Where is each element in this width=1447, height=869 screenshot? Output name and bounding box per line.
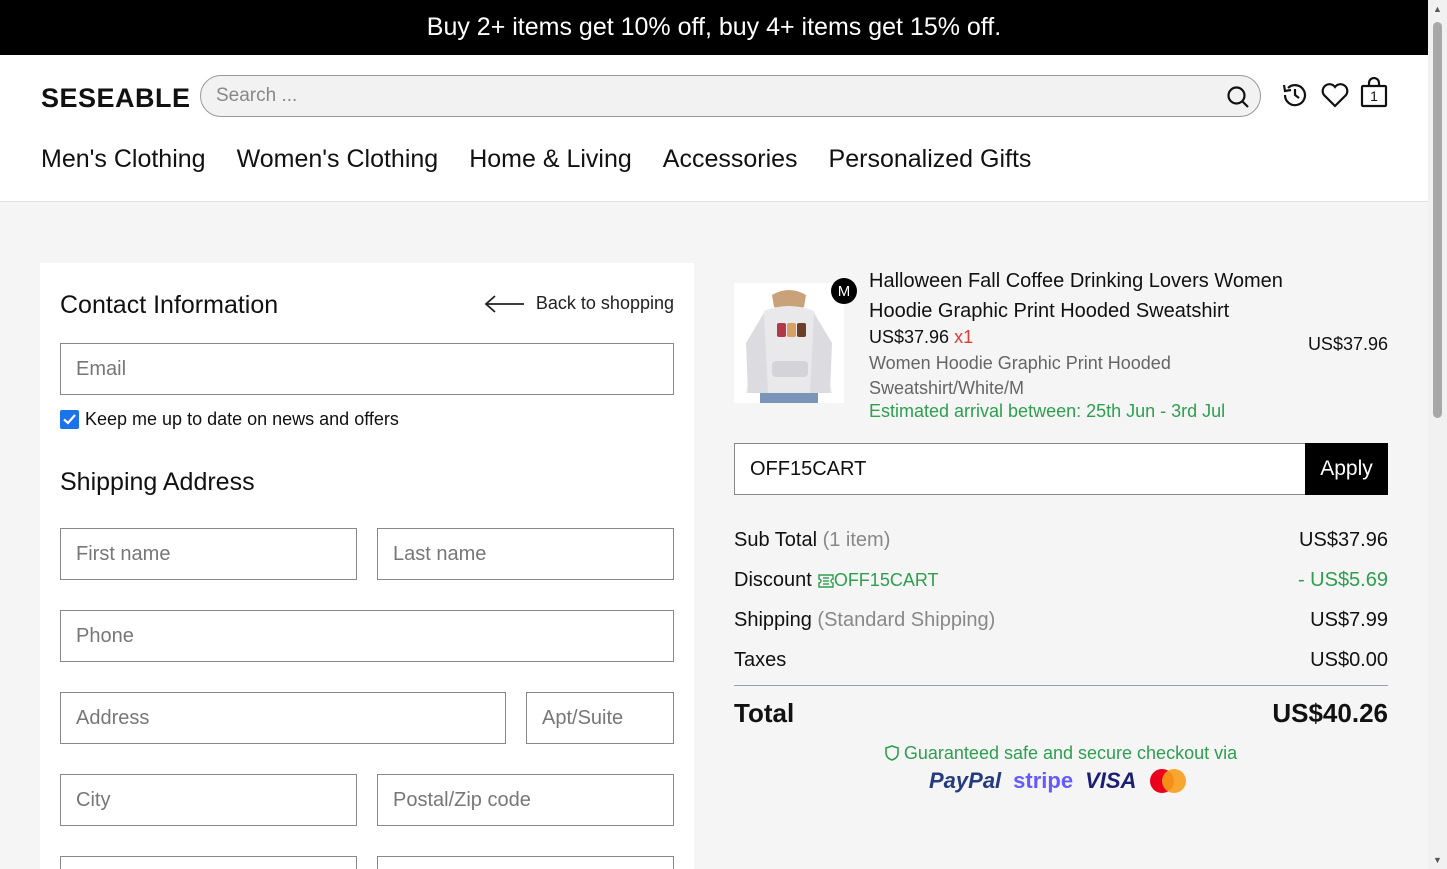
country-field[interactable] bbox=[60, 856, 357, 869]
last-name-input[interactable] bbox=[378, 529, 673, 579]
taxes-label: Taxes bbox=[734, 649, 787, 671]
phone-field bbox=[60, 610, 674, 662]
site-header: SESEABLE 1 Men's Clothing Women's Clothi… bbox=[0, 55, 1428, 202]
newsletter-checkbox[interactable]: Keep me up to date on news and offers bbox=[60, 409, 399, 430]
unit-price-line: US$37.96 x1 bbox=[869, 327, 973, 348]
size-badge: M bbox=[831, 278, 857, 304]
discount-code: OFF15CART bbox=[833, 570, 939, 590]
newsletter-label: Keep me up to date on news and offers bbox=[85, 409, 399, 429]
logo[interactable]: SESEABLE bbox=[41, 83, 191, 114]
shipping-row: Shipping (Standard Shipping) US$7.99 bbox=[734, 609, 1388, 632]
first-name-input[interactable] bbox=[61, 529, 356, 579]
zip-field bbox=[377, 774, 674, 826]
contact-title: Contact Information bbox=[60, 291, 279, 319]
total-row: Total US$40.26 bbox=[734, 698, 1388, 729]
history-icon[interactable] bbox=[1280, 80, 1310, 110]
apt-input[interactable] bbox=[527, 693, 673, 743]
back-label: Back to shopping bbox=[535, 293, 674, 313]
estimated-arrival: Estimated arrival between: 25th Jun - 3r… bbox=[869, 401, 1226, 421]
nav-accessories[interactable]: Accessories bbox=[663, 145, 798, 174]
product-image bbox=[734, 283, 844, 403]
cart-button[interactable]: 1 bbox=[1359, 77, 1389, 109]
back-to-shopping-link[interactable]: Back to shopping bbox=[484, 293, 674, 314]
cart-count: 1 bbox=[1370, 88, 1378, 104]
subtotal-row: Sub Total (1 item) US$37.96 bbox=[734, 529, 1388, 552]
scroll-down-arrow[interactable]: ▼ bbox=[1432, 855, 1443, 865]
nav-personalized-gifts[interactable]: Personalized Gifts bbox=[829, 145, 1032, 174]
paypal-logo: PayPal bbox=[929, 768, 1002, 793]
subtotal-note: (1 item) bbox=[822, 529, 891, 551]
mastercard-logo bbox=[1150, 769, 1187, 793]
search-icon[interactable] bbox=[1226, 85, 1250, 109]
nav-mens-clothing[interactable]: Men's Clothing bbox=[41, 145, 206, 174]
line-total: US$37.96 bbox=[1307, 334, 1388, 354]
first-name-field bbox=[60, 528, 357, 580]
coupon-icon bbox=[818, 573, 834, 588]
apt-field bbox=[526, 692, 674, 744]
total-value: US$40.26 bbox=[1272, 698, 1388, 728]
search-input[interactable] bbox=[216, 76, 1196, 116]
scrollbar[interactable]: ▲ ▼ bbox=[1428, 0, 1447, 869]
visa-logo: VISA bbox=[1085, 768, 1137, 793]
promo-banner: Buy 2+ items get 10% off, buy 4+ items g… bbox=[0, 0, 1428, 55]
product-name: Halloween Fall Coffee Drinking Lovers Wo… bbox=[869, 270, 1283, 322]
quantity: x1 bbox=[954, 327, 974, 347]
city-input[interactable] bbox=[61, 775, 356, 825]
total-label: Total bbox=[734, 698, 795, 728]
zip-input[interactable] bbox=[378, 775, 673, 825]
subtotal-label: Sub Total bbox=[734, 529, 818, 551]
search-bar bbox=[200, 75, 1261, 117]
shipping-title: Shipping Address bbox=[60, 468, 255, 496]
taxes-row: Taxes US$0.00 bbox=[734, 649, 1388, 672]
discount-value: - US$5.69 bbox=[1297, 569, 1388, 591]
discount-row: Discount OFF15CART - US$5.69 bbox=[734, 569, 1388, 592]
shipping-value: US$7.99 bbox=[1310, 609, 1388, 631]
product-variant: Women Hoodie Graphic Print Hooded Sweats… bbox=[869, 353, 1171, 398]
secure-text: Guaranteed safe and secure checkout via bbox=[903, 743, 1238, 763]
discount-label: Discount bbox=[734, 569, 812, 591]
city-field bbox=[60, 774, 357, 826]
phone-input[interactable] bbox=[61, 611, 673, 661]
email-field bbox=[60, 343, 674, 395]
email-input[interactable] bbox=[61, 344, 673, 394]
shield-icon bbox=[885, 745, 899, 761]
promo-text: Buy 2+ items get 10% off, buy 4+ items g… bbox=[426, 13, 1002, 41]
nav-womens-clothing[interactable]: Women's Clothing bbox=[237, 145, 439, 174]
scroll-up-arrow[interactable]: ▲ bbox=[1432, 4, 1443, 14]
stripe-logo: stripe bbox=[1013, 768, 1074, 793]
checkout-form: Contact Information Back to shopping Kee… bbox=[40, 263, 694, 869]
coupon-field bbox=[734, 443, 1306, 495]
taxes-value: US$0.00 bbox=[1310, 649, 1388, 671]
checkbox-checked-icon bbox=[60, 410, 79, 429]
secure-checkout-note: Guaranteed safe and secure checkout via bbox=[734, 743, 1388, 764]
state-field[interactable] bbox=[377, 856, 674, 869]
coupon-input[interactable] bbox=[735, 444, 1305, 494]
heart-icon[interactable] bbox=[1320, 80, 1350, 110]
unit-price: US$37.96 bbox=[869, 327, 950, 347]
address-field bbox=[60, 692, 506, 744]
nav-home-living[interactable]: Home & Living bbox=[469, 145, 632, 174]
last-name-field bbox=[377, 528, 674, 580]
scrollbar-thumb[interactable] bbox=[1433, 22, 1442, 418]
divider bbox=[734, 685, 1388, 686]
main-nav: Men's Clothing Women's Clothing Home & L… bbox=[41, 145, 1031, 174]
address-input[interactable] bbox=[61, 693, 505, 743]
shipping-note: (Standard Shipping) bbox=[817, 609, 996, 631]
shipping-label: Shipping bbox=[734, 609, 812, 631]
arrow-left-icon bbox=[484, 294, 524, 313]
subtotal-value: US$37.96 bbox=[1299, 529, 1388, 551]
payment-logos: PayPal stripe VISA bbox=[929, 768, 1188, 794]
apply-button[interactable]: Apply bbox=[1305, 443, 1388, 495]
